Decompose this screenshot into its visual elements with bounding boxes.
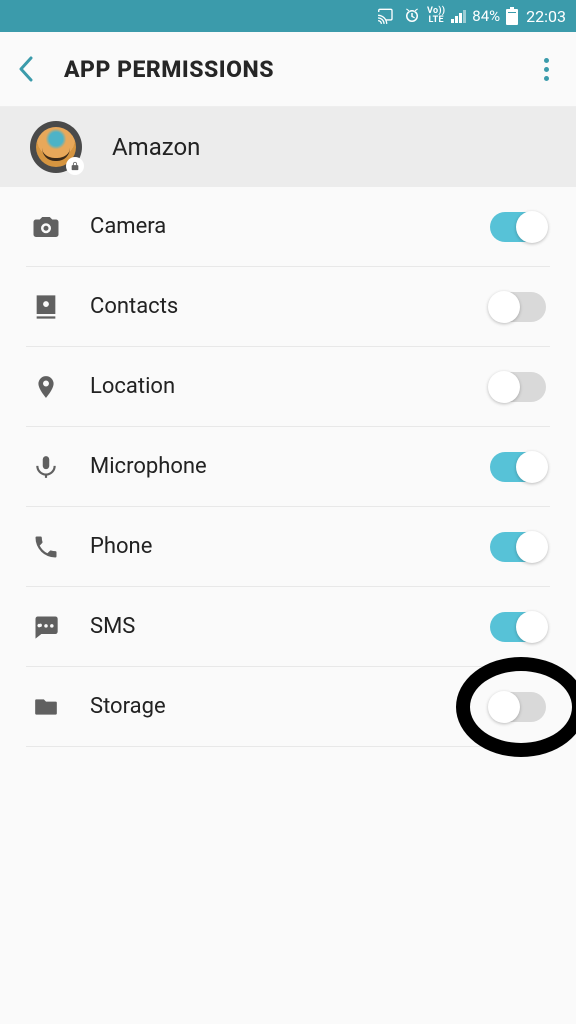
permission-toggle-sms[interactable] <box>490 612 546 642</box>
contacts-icon <box>30 292 62 322</box>
overflow-menu[interactable] <box>534 58 558 81</box>
permission-row-contacts: Contacts <box>26 267 550 347</box>
permission-toggle-storage[interactable] <box>490 692 546 722</box>
header: APP PERMISSIONS <box>0 32 576 107</box>
permission-toggle-microphone[interactable] <box>490 452 546 482</box>
app-header-row: Amazon <box>0 107 576 187</box>
permission-row-location: Location <box>26 347 550 427</box>
permission-label: Storage <box>90 694 462 719</box>
lock-icon <box>66 157 84 175</box>
page-title: APP PERMISSIONS <box>64 56 534 83</box>
permission-toggle-camera[interactable] <box>490 212 546 242</box>
permission-toggle-location[interactable] <box>490 372 546 402</box>
permission-row-camera: Camera <box>26 187 550 267</box>
permission-label: Phone <box>90 534 462 559</box>
permissions-list: Camera Contacts Location Microphone Phone SMS… <box>26 187 550 747</box>
signal-icon <box>451 10 466 23</box>
volte-indicator: Vo)) LTE <box>427 7 445 25</box>
permission-toggle-phone[interactable] <box>490 532 546 562</box>
camera-icon <box>30 212 62 242</box>
microphone-icon <box>30 452 62 482</box>
back-button[interactable] <box>18 56 46 82</box>
storage-icon <box>30 694 62 720</box>
permission-row-phone: Phone <box>26 507 550 587</box>
battery-icon <box>506 7 518 25</box>
permission-toggle-contacts[interactable] <box>490 292 546 322</box>
clock: 22:03 <box>526 7 566 26</box>
permission-row-storage: Storage <box>26 667 550 747</box>
phone-icon <box>30 533 62 561</box>
app-icon <box>30 121 82 173</box>
permission-row-sms: SMS <box>26 587 550 667</box>
permission-label: Contacts <box>90 294 462 319</box>
battery-percentage: 84% <box>472 7 500 25</box>
permission-row-microphone: Microphone <box>26 427 550 507</box>
app-name: Amazon <box>112 133 200 161</box>
status-icons: Vo)) LTE 84% 22:03 <box>377 7 566 26</box>
cast-icon <box>377 8 397 24</box>
status-bar: Vo)) LTE 84% 22:03 <box>0 0 576 32</box>
sms-icon <box>30 613 62 641</box>
permission-label: Camera <box>90 214 462 239</box>
alarm-icon <box>403 7 421 25</box>
location-icon <box>30 371 62 403</box>
permission-label: Location <box>90 374 462 399</box>
permission-label: SMS <box>90 614 462 639</box>
permission-label: Microphone <box>90 454 462 479</box>
